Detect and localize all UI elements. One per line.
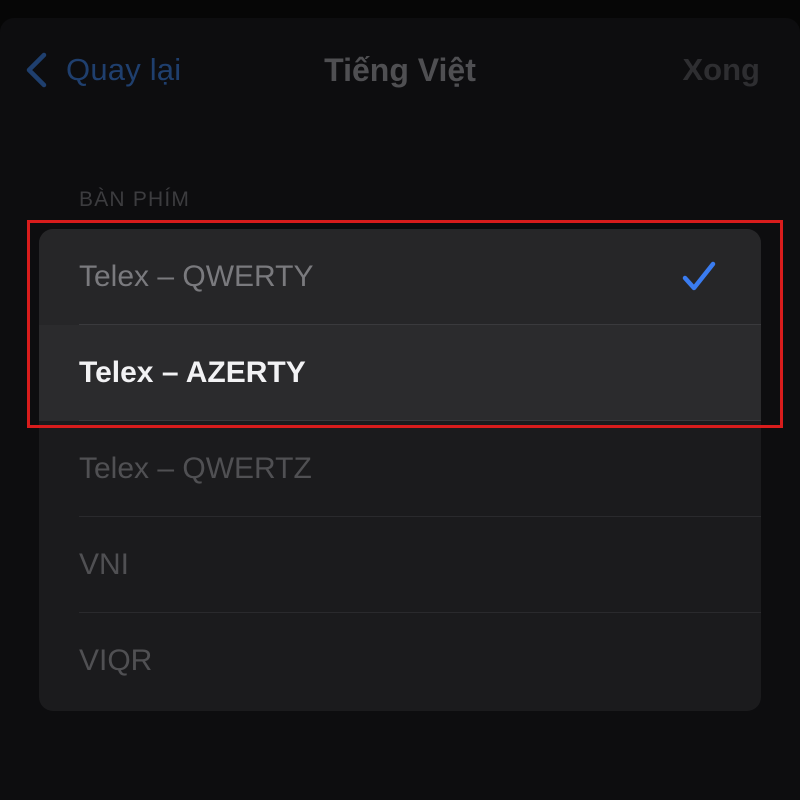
checkmark-icon [681,259,717,295]
done-button[interactable]: Xong [683,48,761,92]
keyboard-option-label: VIQR [79,644,153,677]
keyboard-option-label: Telex – QWERTZ [79,452,312,485]
keyboard-option-label: Telex – AZERTY [79,356,306,389]
keyboard-option-telex-qwerty[interactable]: Telex – QWERTY [39,229,761,325]
keyboard-option-label: Telex – QWERTY [79,260,314,293]
keyboard-option-telex-qwertz[interactable]: Telex – QWERTZ [39,421,761,517]
keyboard-option-viqr[interactable]: VIQR [39,613,761,709]
page-title: Tiếng Việt [324,52,476,88]
keyboard-option-label: VNI [79,548,130,581]
keyboard-section-header: BÀN PHÍM [79,188,191,211]
screen: Quay lại Tiếng Việt Xong BÀN PHÍM Telex … [0,0,800,800]
keyboard-option-telex-azerty[interactable]: Telex – AZERTY [39,325,761,421]
navigation-bar: Quay lại Tiếng Việt Xong [0,18,800,118]
keyboard-option-vni[interactable]: VNI [39,517,761,613]
settings-sheet: Quay lại Tiếng Việt Xong BÀN PHÍM Telex … [0,18,800,800]
keyboard-list: Telex – QWERTY Telex – AZERTY Telex – QW… [39,229,761,711]
